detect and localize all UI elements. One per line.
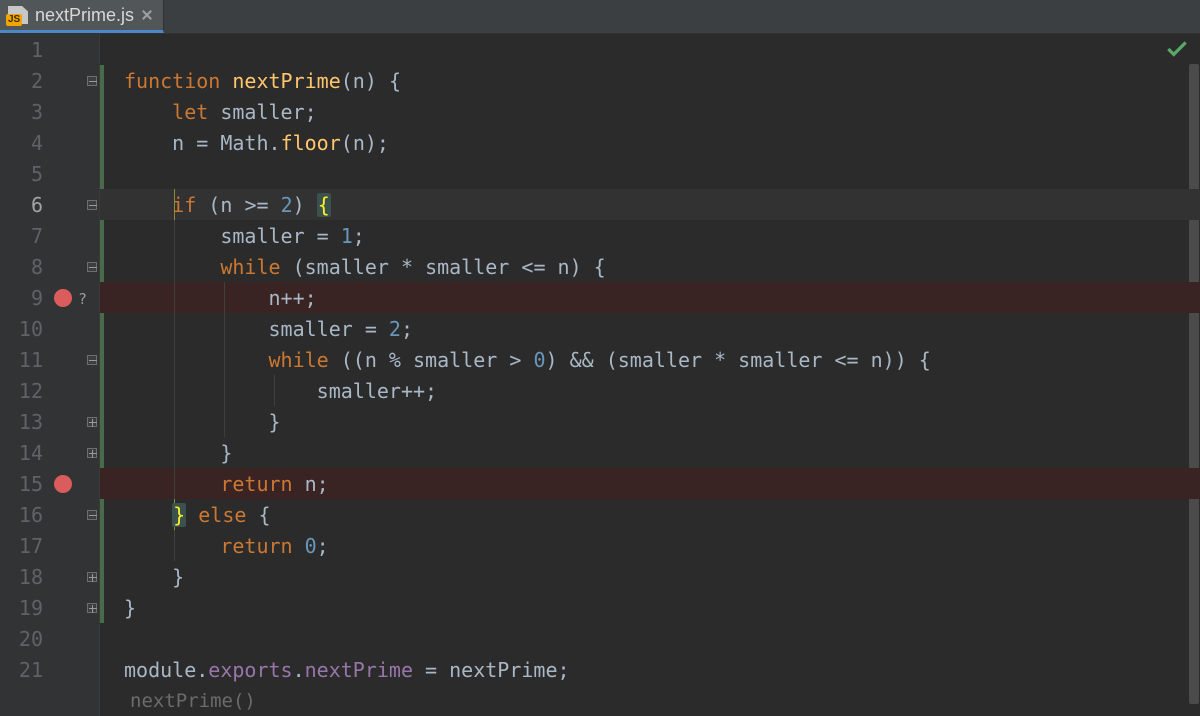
line-number[interactable]: 13 <box>0 406 99 437</box>
breakpoint-icon[interactable] <box>54 475 72 493</box>
fold-marker-icon[interactable] <box>87 417 97 427</box>
code-line[interactable]: return 0; <box>100 530 1200 561</box>
code-line[interactable]: return n; <box>100 468 1200 499</box>
code-line[interactable] <box>100 623 1200 654</box>
code-line[interactable]: let smaller; <box>100 96 1200 127</box>
line-number[interactable]: 21 <box>0 654 99 685</box>
code-line[interactable] <box>100 158 1200 189</box>
line-number[interactable]: 12 <box>0 375 99 406</box>
line-number[interactable]: 3 <box>0 96 99 127</box>
code-line[interactable]: } <box>100 561 1200 592</box>
line-number[interactable]: 18 <box>0 561 99 592</box>
matched-brace: } <box>172 503 186 527</box>
code-line[interactable]: smaller = 2; <box>100 313 1200 344</box>
code-line[interactable]: n = Math.floor(n); <box>100 127 1200 158</box>
fold-marker-icon[interactable] <box>87 355 97 365</box>
fold-marker-icon[interactable] <box>87 510 97 520</box>
line-number[interactable]: 16 <box>0 499 99 530</box>
breakpoint-icon[interactable] <box>54 289 72 307</box>
breakpoint-condition-icon[interactable]: ? <box>78 289 87 307</box>
breadcrumb-hint: nextPrime() <box>100 685 1200 716</box>
code-line[interactable]: } <box>100 592 1200 623</box>
line-number[interactable]: 14 <box>0 437 99 468</box>
line-number[interactable]: 11 <box>0 344 99 375</box>
line-number[interactable]: 8 <box>0 251 99 282</box>
code-line[interactable]: if (n >= 2) { <box>100 189 1200 220</box>
fold-marker-icon[interactable] <box>87 572 97 582</box>
code-line[interactable]: } <box>100 406 1200 437</box>
gutter[interactable]: 1 2 3 4 5 6 7 8 9 ? 10 11 12 13 14 15 16… <box>0 34 100 716</box>
code-line[interactable]: function nextPrime(n) { <box>100 65 1200 96</box>
code-line[interactable] <box>100 34 1200 65</box>
line-number[interactable]: 15 <box>0 468 99 499</box>
code-line[interactable]: while (smaller * smaller <= n) { <box>100 251 1200 282</box>
line-number[interactable]: 7 <box>0 220 99 251</box>
fold-marker-icon[interactable] <box>87 603 97 613</box>
fold-marker-icon[interactable] <box>87 262 97 272</box>
file-tab[interactable]: JS nextPrime.js <box>0 0 164 33</box>
fold-marker-icon[interactable] <box>87 448 97 458</box>
code-line[interactable]: smaller = 1; <box>100 220 1200 251</box>
code-area[interactable]: function nextPrime(n) { let smaller; n =… <box>100 34 1200 716</box>
matched-brace: { <box>317 193 331 217</box>
fold-marker-icon[interactable] <box>87 200 97 210</box>
code-editor: 1 2 3 4 5 6 7 8 9 ? 10 11 12 13 14 15 16… <box>0 34 1200 716</box>
code-line[interactable]: } else { <box>100 499 1200 530</box>
line-number[interactable]: 4 <box>0 127 99 158</box>
line-number[interactable]: 17 <box>0 530 99 561</box>
tab-filename: nextPrime.js <box>35 5 134 26</box>
line-number[interactable]: 5 <box>0 158 99 189</box>
line-number[interactable]: 20 <box>0 623 99 654</box>
code-line[interactable]: while ((n % smaller > 0) && (smaller * s… <box>100 344 1200 375</box>
line-number[interactable]: 10 <box>0 313 99 344</box>
line-number[interactable]: 19 <box>0 592 99 623</box>
line-number[interactable]: 6 <box>0 189 99 220</box>
code-line[interactable]: n++; <box>100 282 1200 313</box>
js-file-icon: JS <box>8 6 28 24</box>
code-line[interactable]: } <box>100 437 1200 468</box>
code-line[interactable]: module.exports.nextPrime = nextPrime; <box>100 654 1200 685</box>
code-line[interactable]: smaller++; <box>100 375 1200 406</box>
fold-marker-icon[interactable] <box>87 76 97 86</box>
line-number[interactable]: 1 <box>0 34 99 65</box>
line-number[interactable]: 9 ? <box>0 282 99 313</box>
tab-bar: JS nextPrime.js <box>0 0 1200 34</box>
close-icon[interactable] <box>141 9 153 21</box>
line-number[interactable]: 2 <box>0 65 99 96</box>
